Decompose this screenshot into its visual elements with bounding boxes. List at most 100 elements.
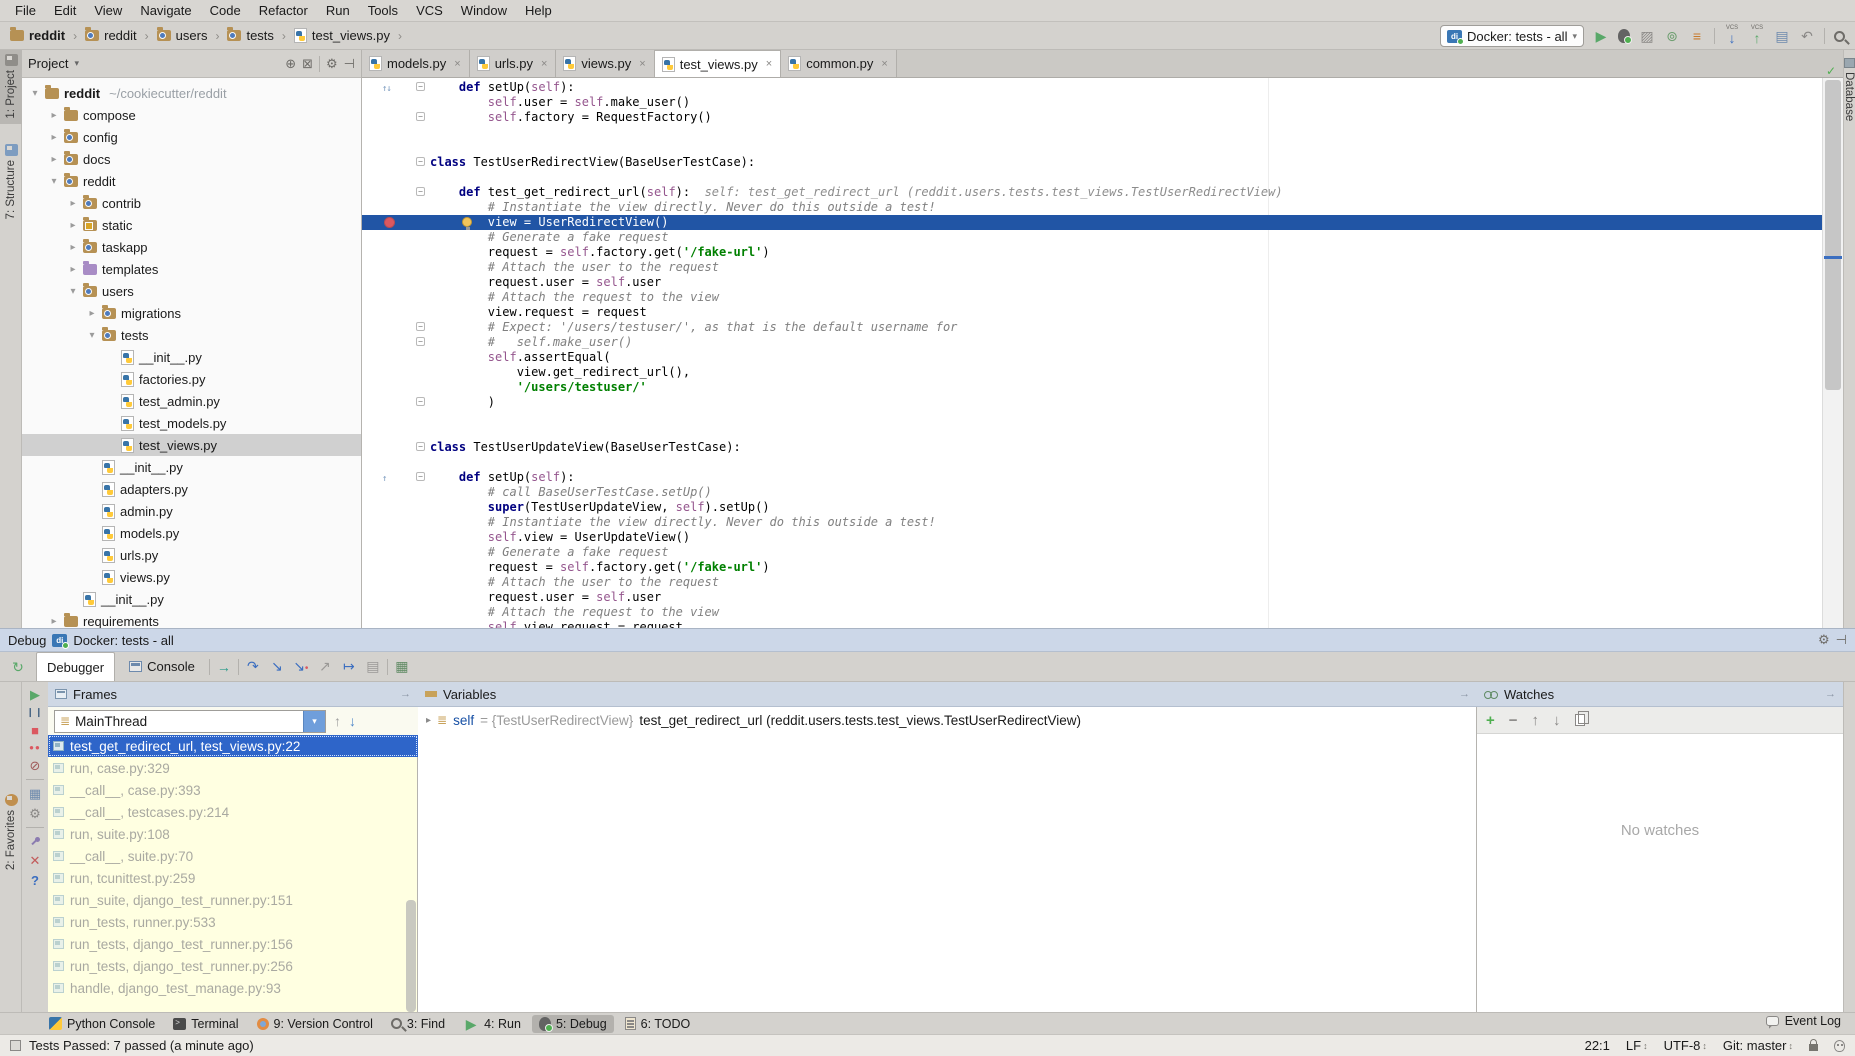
editor-gutter[interactable] <box>362 395 424 410</box>
editor-scrollbar[interactable]: ✓ <box>1822 78 1843 628</box>
code-editor[interactable]: ↑↓− def setUp(self): self.user = self.ma… <box>362 78 1843 628</box>
menu-code[interactable]: Code <box>201 1 250 20</box>
sidebar-tab-project[interactable]: 1: Project <box>0 50 22 124</box>
tree-item-static[interactable]: ▸static <box>22 214 361 236</box>
frame-row[interactable]: run_suite, django_test_runner.py:151 <box>48 889 418 911</box>
editor-gutter[interactable] <box>362 440 424 455</box>
layout-settings-icon[interactable]: ▦ <box>392 658 412 675</box>
editor-gutter[interactable] <box>362 260 424 275</box>
editor-gutter[interactable] <box>362 305 424 320</box>
close-icon[interactable]: ✕ <box>30 854 41 867</box>
toolwindow-button-9--Version-Control[interactable]: 9: Version Control <box>250 1015 380 1033</box>
editor-gutter[interactable] <box>362 605 424 620</box>
debug-button[interactable] <box>1618 29 1630 43</box>
editor-tab-common-py[interactable]: common.py× <box>781 50 897 77</box>
fold-marker-icon[interactable]: − <box>416 472 425 481</box>
tree-collapsed-arrow-icon[interactable]: ▸ <box>49 154 59 165</box>
line-ending-select[interactable]: LF↕ <box>1626 1038 1648 1053</box>
tree-expanded-arrow-icon[interactable]: ▾ <box>30 88 40 99</box>
move-down-button[interactable]: ↓ <box>1553 712 1561 729</box>
menu-run[interactable]: Run <box>317 1 359 20</box>
tree-item-docs[interactable]: ▸docs <box>22 148 361 170</box>
tree-item-__init__-py[interactable]: __init__.py <box>22 456 361 478</box>
tree-collapsed-arrow-icon[interactable]: ▸ <box>49 132 59 143</box>
editor-gutter[interactable]: ↑↓ <box>362 80 424 95</box>
tree-item-adapters-py[interactable]: adapters.py <box>22 478 361 500</box>
tree-item-config[interactable]: ▸config <box>22 126 361 148</box>
editor-gutter[interactable] <box>362 290 424 305</box>
close-tab-icon[interactable]: × <box>541 58 547 70</box>
search-icon[interactable] <box>1834 31 1845 42</box>
editor-tab-models-py[interactable]: models.py× <box>362 50 470 77</box>
menu-vcs[interactable]: VCS <box>407 1 452 20</box>
menu-tools[interactable]: Tools <box>359 1 407 20</box>
breadcrumb-item[interactable]: tests <box>225 26 275 45</box>
gear-icon[interactable]: ⚙ <box>326 56 338 72</box>
add-watch-button[interactable]: + <box>1486 712 1495 729</box>
editor-gutter[interactable] <box>362 95 424 110</box>
frame-row[interactable]: __call__, testcases.py:214 <box>48 801 418 823</box>
remove-watch-button[interactable]: − <box>1509 712 1518 729</box>
stop-button[interactable]: ■ <box>31 724 39 737</box>
shelve-button[interactable]: ▤ <box>1774 29 1790 43</box>
view-breakpoints-button[interactable]: ●● <box>29 744 41 752</box>
toolwindow-toggle-icon[interactable] <box>10 1040 21 1051</box>
menu-window[interactable]: Window <box>452 1 516 20</box>
frame-row[interactable]: test_get_redirect_url, test_views.py:22 <box>48 735 418 757</box>
editor-gutter[interactable] <box>362 590 424 605</box>
show-execution-point-button[interactable]: → <box>214 659 234 675</box>
editor-gutter[interactable] <box>362 545 424 560</box>
menu-help[interactable]: Help <box>516 1 561 20</box>
fold-marker-icon[interactable]: − <box>416 82 425 91</box>
frame-row[interactable]: __call__, suite.py:70 <box>48 845 418 867</box>
frame-row[interactable]: handle, django_test_manage.py:93 <box>48 977 418 999</box>
edit-configs-button[interactable]: ≡ <box>1689 29 1705 43</box>
editor-gutter[interactable] <box>362 140 424 155</box>
fold-marker-icon[interactable]: − <box>416 157 425 166</box>
revert-button[interactable]: ↶ <box>1799 29 1815 43</box>
editor-tab-urls-py[interactable]: urls.py× <box>470 50 557 77</box>
menu-file[interactable]: File <box>6 1 45 20</box>
gear-icon[interactable]: ⚙ <box>1818 632 1830 648</box>
frame-row[interactable]: run, tcunittest.py:259 <box>48 867 418 889</box>
toolwindow-button-6--TODO[interactable]: 6: TODO <box>618 1015 698 1033</box>
fold-marker-icon[interactable]: − <box>416 397 425 406</box>
tree-item-templates[interactable]: ▸templates <box>22 258 361 280</box>
frame-row[interactable]: run_tests, django_test_runner.py:156 <box>48 933 418 955</box>
sidebar-tab-structure[interactable]: 7: Structure <box>0 140 22 226</box>
tree-item-reddit[interactable]: ▾reddit <box>22 170 361 192</box>
editor-gutter[interactable] <box>362 365 424 380</box>
tree-collapsed-arrow-icon[interactable]: ▸ <box>68 198 78 209</box>
sidebar-tab-favorites[interactable]: 2: Favorites <box>0 790 22 880</box>
mute-breakpoints-button[interactable]: ⊘ <box>30 759 41 772</box>
panel-arrow-icon[interactable]: → <box>400 688 411 700</box>
tree-item-migrations[interactable]: ▸migrations <box>22 302 361 324</box>
tree-item-models-py[interactable]: models.py <box>22 522 361 544</box>
tree-item-users[interactable]: ▾users <box>22 280 361 302</box>
fold-marker-icon[interactable]: − <box>416 112 425 121</box>
editor-gutter[interactable] <box>362 170 424 185</box>
frame-row[interactable]: run_tests, django_test_runner.py:256 <box>48 955 418 977</box>
hide-panel-icon[interactable]: ⊣ <box>1836 632 1847 648</box>
tree-collapsed-arrow-icon[interactable]: ▸ <box>68 264 78 275</box>
duplicate-watch-icon[interactable] <box>1575 714 1585 726</box>
run-config-select[interactable]: di Docker: tests - all ▾ <box>1440 25 1584 47</box>
fold-marker-icon[interactable]: − <box>416 322 425 331</box>
fold-marker-icon[interactable]: − <box>416 337 425 346</box>
tab-console[interactable]: Console <box>119 652 205 681</box>
editor-gutter[interactable] <box>362 200 424 215</box>
panel-arrow-icon[interactable]: → <box>1459 688 1470 700</box>
frame-row[interactable]: __call__, case.py:393 <box>48 779 418 801</box>
editor-gutter[interactable] <box>362 425 424 440</box>
tree-collapsed-arrow-icon[interactable]: ▸ <box>87 308 97 319</box>
frames-scrollbar-thumb[interactable] <box>406 900 416 1012</box>
editor-gutter[interactable] <box>362 530 424 545</box>
rerun-button[interactable]: ↻ <box>10 660 26 674</box>
tree-item-__init__-py[interactable]: __init__.py <box>22 588 361 610</box>
editor-gutter[interactable] <box>362 410 424 425</box>
toolwindow-button-Terminal[interactable]: Terminal <box>166 1015 245 1033</box>
restore-layout-button[interactable]: ▦ <box>29 787 41 800</box>
variable-row[interactable]: ▸ ≣ self = {TestUserRedirectView} test_g… <box>418 709 1089 731</box>
tree-item-admin-py[interactable]: admin.py <box>22 500 361 522</box>
run-to-cursor-button[interactable]: ↦ <box>339 658 359 675</box>
